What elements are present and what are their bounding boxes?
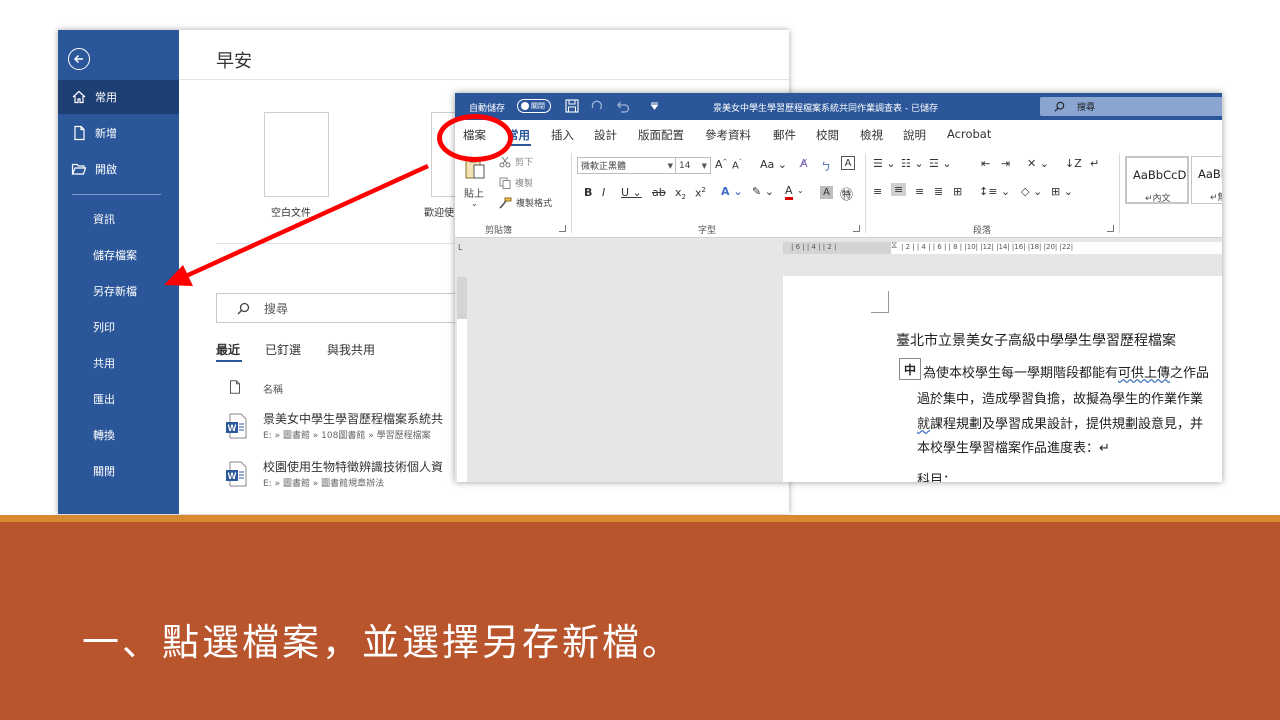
annotation-circle: [437, 114, 513, 162]
slide-caption: 一、點選檔案，並選擇另存新檔。: [82, 621, 682, 664]
accent-line: [0, 515, 1280, 522]
